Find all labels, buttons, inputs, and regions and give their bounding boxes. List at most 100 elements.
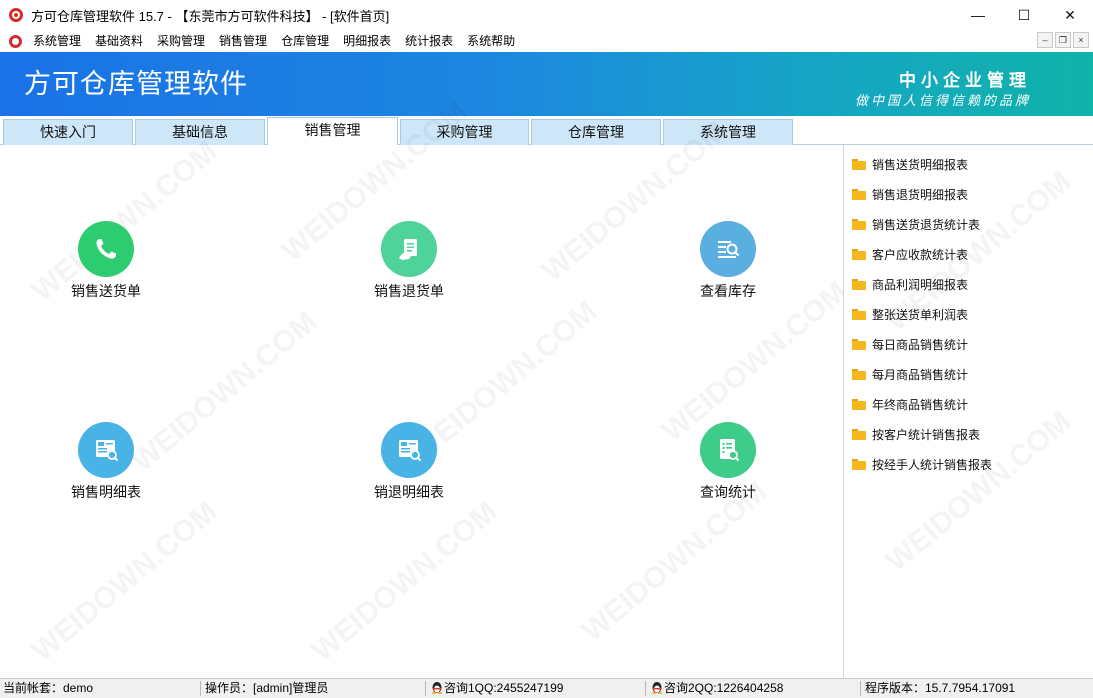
- folder-icon: [852, 278, 866, 290]
- tile-view-inventory[interactable]: 查看库存: [668, 221, 788, 301]
- menu-bar: 系统管理 基础资料 采购管理 销售管理 仓库管理 明细报表 统计报表 系统帮助 …: [0, 30, 1093, 52]
- report-label: 销售退货明细报表: [872, 187, 969, 202]
- watermark: WEIDOWN.COM: [26, 495, 224, 669]
- header-banner: 方可仓库管理软件 中小企业管理 做中国人信得信赖的品牌: [0, 52, 1093, 116]
- tab-basic-info[interactable]: 基础信息: [135, 119, 265, 145]
- report-item[interactable]: 销售送货明细报表: [852, 155, 968, 173]
- watermark: WEIDOWN.COM: [306, 495, 504, 669]
- phone-icon: [78, 221, 134, 277]
- menu-item-stat-reports[interactable]: 统计报表: [398, 30, 460, 52]
- status-divider: [425, 681, 426, 696]
- report-label: 年终商品销售统计: [872, 397, 969, 412]
- tab-warehouse[interactable]: 仓库管理: [531, 119, 661, 145]
- tile-label: 销售明细表: [71, 484, 141, 500]
- report-search-icon: [700, 422, 756, 478]
- status-version: 程序版本：15.7.7954.17091: [865, 681, 1016, 695]
- folder-icon: [852, 188, 866, 200]
- folder-icon: [852, 428, 866, 440]
- tab-sales[interactable]: 销售管理: [267, 117, 398, 146]
- report-item[interactable]: 销售退货明细报表: [852, 185, 968, 203]
- status-account: 当前帐套：demo: [3, 681, 94, 695]
- report-label: 整张送货单利润表: [872, 307, 969, 322]
- banner-slogan-line2: 做中国人信得信赖的品牌: [854, 94, 1031, 109]
- report-item[interactable]: 销售送货退货统计表: [852, 215, 980, 233]
- status-qq1-text: 咨询1QQ:2455247199: [444, 681, 564, 695]
- status-divider: [860, 681, 861, 696]
- folder-icon: [852, 368, 866, 380]
- banner-slogan-line1: 中小企业管理: [899, 71, 1031, 91]
- report-item[interactable]: 按客户统计销售报表: [852, 425, 980, 443]
- tile-sales-detail[interactable]: 销售明细表: [46, 422, 166, 502]
- tab-purchase[interactable]: 采购管理: [400, 119, 529, 145]
- menu-item-help[interactable]: 系统帮助: [460, 30, 522, 52]
- menu-item-warehouse[interactable]: 仓库管理: [274, 30, 336, 52]
- menu-item-sales[interactable]: 销售管理: [212, 30, 274, 52]
- report-label: 商品利润明细报表: [872, 277, 969, 292]
- main-content: WEIDOWN.COM WEIDOWN.COM WEIDOWN.COM WEID…: [0, 95, 853, 678]
- tile-return-detail[interactable]: 销退明细表: [349, 422, 469, 502]
- app-logo-icon[interactable]: [9, 8, 23, 22]
- folder-icon: [852, 398, 866, 410]
- tile-label: 销售退货单: [374, 283, 444, 299]
- banner-title: 方可仓库管理软件: [24, 69, 248, 99]
- report-list-panel: WEIDOWN.COM WEIDOWN.COM 销售送货明细报表 销售退货明细报…: [843, 145, 1093, 678]
- mdi-restore-button[interactable]: ❐: [1055, 32, 1071, 48]
- qq-penguin-icon: [432, 682, 442, 694]
- status-divider: [645, 681, 646, 696]
- inventory-search-icon: [700, 221, 756, 277]
- tile-label: 查询统计: [700, 484, 756, 500]
- mdi-minimize-button[interactable]: –: [1037, 32, 1053, 48]
- job-list-icon: [78, 422, 134, 478]
- mdi-close-button[interactable]: ×: [1073, 32, 1089, 48]
- report-item[interactable]: 按经手人统计销售报表: [852, 455, 992, 473]
- close-button[interactable]: ✕: [1047, 0, 1093, 30]
- qq-penguin-icon: [652, 682, 662, 694]
- status-qq2-text: 咨询2QQ:1226404258: [664, 681, 784, 695]
- status-bar: 当前帐套：demo 操作员：[admin]管理员 咨询1QQ:245524719…: [0, 678, 1093, 698]
- status-qq2[interactable]: 咨询2QQ:1226404258: [648, 679, 783, 698]
- mdi-controls: – ❐ ×: [1037, 32, 1089, 48]
- module-tab-bar: 快速入门 基础信息 销售管理 采购管理 仓库管理 系统管理: [0, 116, 1093, 146]
- report-item[interactable]: 商品利润明细报表: [852, 275, 968, 293]
- minimize-button[interactable]: —: [955, 0, 1001, 30]
- tile-label: 销售送货单: [71, 283, 141, 299]
- folder-icon: [852, 458, 866, 470]
- menu-item-system[interactable]: 系统管理: [26, 30, 88, 52]
- menu-item-purchase[interactable]: 采购管理: [150, 30, 212, 52]
- status-qq1[interactable]: 咨询1QQ:2455247199: [428, 679, 563, 698]
- menu-item-detail-reports[interactable]: 明细报表: [336, 30, 398, 52]
- title-bar: 方可仓库管理软件 15.7 - 【东莞市方可软件科技】 - [软件首页] — ☐…: [0, 0, 1093, 30]
- mdi-app-icon[interactable]: [9, 34, 22, 48]
- folder-icon: [852, 308, 866, 320]
- tile-sales-delivery[interactable]: 销售送货单: [46, 221, 166, 301]
- report-item[interactable]: 每月商品销售统计: [852, 365, 968, 383]
- report-label: 销售送货退货统计表: [872, 217, 981, 232]
- report-label: 每日商品销售统计: [872, 337, 969, 352]
- tab-system[interactable]: 系统管理: [663, 119, 793, 145]
- report-item[interactable]: 整张送货单利润表: [852, 305, 968, 323]
- report-label: 每月商品销售统计: [872, 367, 969, 382]
- status-operator: 操作员：[admin]管理员: [205, 681, 329, 695]
- tile-query-stats[interactable]: 查询统计: [668, 422, 788, 502]
- window-title: 方可仓库管理软件 15.7 - 【东莞市方可软件科技】 - [软件首页]: [31, 8, 390, 24]
- report-item[interactable]: 客户应收款统计表: [852, 245, 968, 263]
- document-hand-icon: [381, 221, 437, 277]
- tile-label: 查看库存: [700, 283, 756, 299]
- folder-icon: [852, 218, 866, 230]
- tile-label: 销退明细表: [374, 484, 444, 500]
- maximize-button[interactable]: ☐: [1001, 0, 1047, 30]
- menu-item-basic-data[interactable]: 基础资料: [88, 30, 150, 52]
- tile-sales-return[interactable]: 销售退货单: [349, 221, 469, 301]
- status-divider: [200, 681, 201, 696]
- folder-icon: [852, 158, 866, 170]
- report-label: 销售送货明细报表: [872, 157, 969, 172]
- folder-icon: [852, 248, 866, 260]
- folder-icon: [852, 338, 866, 350]
- report-label: 按经手人统计销售报表: [872, 457, 993, 472]
- window-controls: — ☐ ✕: [955, 0, 1093, 30]
- tab-quick-start[interactable]: 快速入门: [3, 119, 133, 145]
- report-item[interactable]: 每日商品销售统计: [852, 335, 968, 353]
- report-label: 按客户统计销售报表: [872, 427, 981, 442]
- report-item[interactable]: 年终商品销售统计: [852, 395, 968, 413]
- report-label: 客户应收款统计表: [872, 247, 969, 262]
